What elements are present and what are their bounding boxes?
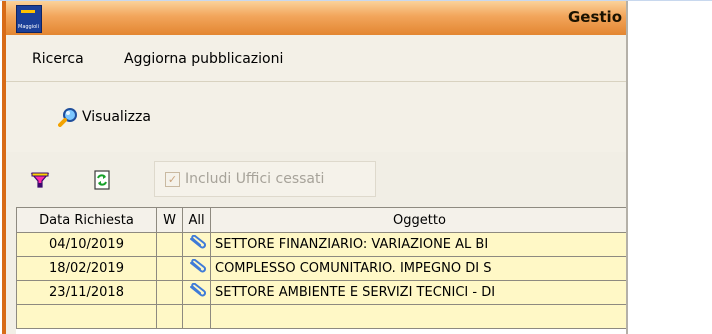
cell-date[interactable]	[16, 304, 157, 329]
window-right-edge	[626, 1, 628, 334]
cell-attachment[interactable]	[182, 304, 211, 329]
funnel-icon[interactable]	[30, 170, 50, 190]
cell-attachment[interactable]	[182, 280, 211, 305]
includi-uffici-cessati-checkbox[interactable]: ✓ Includi Uffici cessati	[154, 161, 376, 197]
refresh-icon[interactable]	[92, 170, 112, 190]
visualizza-label: Visualizza	[82, 109, 151, 125]
menu-aggiorna-pubblicazioni[interactable]: Aggiorna pubblicazioni	[124, 51, 283, 67]
cell-w[interactable]	[156, 256, 183, 281]
paperclip-icon[interactable]	[188, 234, 206, 255]
paperclip-icon[interactable]	[188, 282, 206, 303]
column-header-oggetto[interactable]: Oggetto	[210, 207, 626, 233]
main-toolbar: Visualizza	[6, 82, 626, 152]
checkbox-label: Includi Uffici cessati	[185, 171, 325, 187]
cell-oggetto[interactable]: SETTORE FINANZIARIO: VARIAZIONE AL BI	[210, 232, 626, 257]
cell-oggetto[interactable]: SETTORE AMBIENTE E SERVIZI TECNICI - DI	[210, 280, 626, 305]
cell-date[interactable]: 04/10/2019	[16, 232, 157, 257]
cell-date[interactable]: 23/11/2018	[16, 280, 157, 305]
magnifier-icon	[58, 107, 78, 127]
table-row[interactable]: 23/11/2018 SETTORE AMBIENTE E SERVIZI TE…	[16, 280, 626, 305]
column-header-all[interactable]: All	[182, 207, 211, 233]
window-title: Gestio	[567, 8, 622, 26]
table-row[interactable]: 18/02/2019 COMPLESSO COMUNITARIO. IMPEGN…	[16, 256, 626, 281]
visualizza-button[interactable]: Visualizza	[58, 106, 151, 128]
menu-ricerca[interactable]: Ricerca	[32, 51, 84, 67]
table-row[interactable]	[16, 304, 626, 329]
paperclip-icon[interactable]	[188, 258, 206, 279]
grid-header-row: Data Richiesta W All Oggetto	[16, 207, 626, 233]
table-row[interactable]: 04/10/2019 SETTORE FINANZIARIO: VARIAZIO…	[16, 232, 626, 257]
filter-toolbar: ✓ Includi Uffici cessati	[6, 152, 626, 207]
column-header-w[interactable]: W	[156, 207, 183, 233]
cell-attachment[interactable]	[182, 232, 211, 257]
title-bar[interactable]: Maggioli Gestio	[6, 1, 626, 35]
cell-oggetto[interactable]	[210, 304, 626, 329]
column-header-data-richiesta[interactable]: Data Richiesta	[16, 207, 157, 233]
cell-attachment[interactable]	[182, 256, 211, 281]
cell-w[interactable]	[156, 304, 183, 329]
cell-w[interactable]	[156, 232, 183, 257]
app-window: Maggioli Gestio Ricerca Aggiorna pubblic…	[2, 1, 626, 334]
cell-oggetto[interactable]: COMPLESSO COMUNITARIO. IMPEGNO DI S	[210, 256, 626, 281]
results-grid: Data Richiesta W All Oggetto 04/10/2019 …	[16, 207, 626, 334]
checkbox-box[interactable]: ✓	[165, 171, 180, 187]
menu-bar: Ricerca Aggiorna pubblicazioni	[6, 35, 626, 82]
app-logo-icon[interactable]: Maggioli	[16, 5, 42, 33]
cell-date[interactable]: 18/02/2019	[16, 256, 157, 281]
cell-w[interactable]	[156, 280, 183, 305]
